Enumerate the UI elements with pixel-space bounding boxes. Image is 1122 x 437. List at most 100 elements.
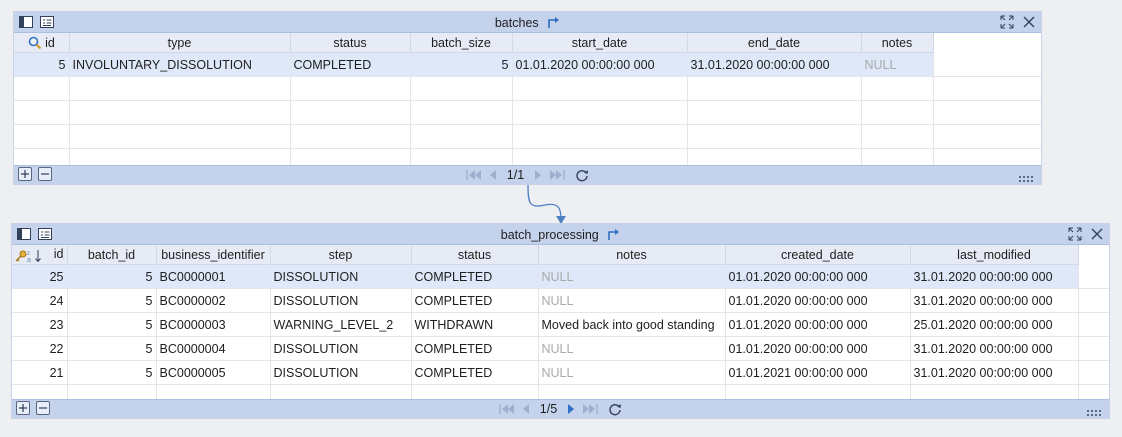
prev-page-icon[interactable] xyxy=(487,168,499,182)
column-header-notes[interactable]: notes xyxy=(538,245,726,265)
close-icon[interactable] xyxy=(1021,14,1037,30)
refresh-icon[interactable] xyxy=(607,401,623,417)
record-view-icon[interactable] xyxy=(39,14,55,30)
remove-row-button[interactable] xyxy=(38,167,52,181)
first-page-icon[interactable] xyxy=(465,168,483,182)
column-header-last-modified[interactable]: last_modified xyxy=(910,245,1079,265)
cell-id[interactable]: 24 xyxy=(12,288,68,313)
cell-batch-id[interactable]: 5 xyxy=(67,288,157,313)
cell-last-modified[interactable]: 31.01.2020 00:00:00 000 xyxy=(910,360,1079,385)
table-row[interactable]: 21 5 BC0000005 DISSOLUTION COMPLETED NULL 01.0… xyxy=(12,360,1109,385)
cell-status[interactable]: COMPLETED xyxy=(411,288,539,313)
sort-icon[interactable]: za xyxy=(27,249,43,263)
column-header-start-date[interactable]: start_date xyxy=(512,33,688,53)
column-header-status[interactable]: status xyxy=(411,245,539,265)
cell-created-date[interactable]: 01.01.2020 00:00:00 000 xyxy=(725,288,911,313)
cell-business-identifier[interactable]: BC0000002 xyxy=(156,288,271,313)
cell-batch-size[interactable]: 5 xyxy=(410,52,513,77)
cell-status[interactable]: COMPLETED xyxy=(411,336,539,361)
cell-filler xyxy=(1078,312,1109,337)
cell-type[interactable]: INVOLUNTARY_DISSOLUTION xyxy=(69,52,291,77)
cell-status[interactable]: COMPLETED xyxy=(290,52,411,77)
cell-batch-id[interactable]: 5 xyxy=(67,264,157,289)
remove-row-button[interactable] xyxy=(36,401,50,415)
add-row-button[interactable] xyxy=(18,167,32,181)
last-page-icon[interactable] xyxy=(548,168,566,182)
cell-filler xyxy=(1078,264,1109,289)
cell-status[interactable]: WITHDRAWN xyxy=(411,312,539,337)
cell-batch-id[interactable]: 5 xyxy=(67,312,157,337)
refresh-icon[interactable] xyxy=(574,167,590,183)
batch-processing-title: batch_processing xyxy=(500,228,599,242)
cell-last-modified[interactable]: 25.01.2020 00:00:00 000 xyxy=(910,312,1079,337)
table-row[interactable]: 24 5 BC0000002 DISSOLUTION COMPLETED NULL 01.0… xyxy=(12,288,1109,313)
column-header-created-date[interactable]: created_date xyxy=(725,245,911,265)
column-header-id[interactable]: id xyxy=(14,33,70,53)
jump-link-icon[interactable] xyxy=(546,15,560,29)
cell-step[interactable]: WARNING_LEVEL_2 xyxy=(270,312,412,337)
cell-step[interactable]: DISSOLUTION xyxy=(270,336,412,361)
cell-step[interactable]: DISSOLUTION xyxy=(270,360,412,385)
cell-notes[interactable]: Moved back into good standing xyxy=(538,312,726,337)
cell-created-date[interactable]: 01.01.2020 00:00:00 000 xyxy=(725,264,911,289)
column-header-end-date[interactable]: end_date xyxy=(687,33,862,53)
column-header-step[interactable]: step xyxy=(270,245,412,265)
table-row[interactable]: 22 5 BC0000004 DISSOLUTION COMPLETED NULL 01.0… xyxy=(12,336,1109,361)
search-icon[interactable] xyxy=(28,36,42,49)
column-header-batch-size[interactable]: batch_size xyxy=(410,33,513,53)
maximize-icon[interactable] xyxy=(1067,226,1083,242)
resize-grip-icon[interactable] xyxy=(1087,410,1103,416)
cell-business-identifier[interactable]: BC0000004 xyxy=(156,336,271,361)
panel-toggle-icon[interactable] xyxy=(18,14,34,30)
cell-start-date[interactable]: 01.01.2020 00:00:00 000 xyxy=(512,52,688,77)
cell-created-date[interactable]: 01.01.2020 00:00:00 000 xyxy=(725,312,911,337)
cell-batch-id[interactable]: 5 xyxy=(67,336,157,361)
cell-notes[interactable]: NULL xyxy=(861,52,934,77)
panel-toggle-icon[interactable] xyxy=(16,226,32,242)
cell-id[interactable]: 5 xyxy=(14,52,70,77)
cell-notes[interactable]: NULL xyxy=(538,360,726,385)
cell-step[interactable]: DISSOLUTION xyxy=(270,288,412,313)
column-header-id[interactable]: za id xyxy=(12,245,68,265)
column-header-batch-id[interactable]: batch_id xyxy=(67,245,157,265)
record-view-icon[interactable] xyxy=(37,226,53,242)
column-header-business-identifier[interactable]: business_identifier xyxy=(156,245,271,265)
table-row[interactable]: 25 5 BC0000001 DISSOLUTION COMPLETED NULL 01.0… xyxy=(12,264,1109,289)
last-page-icon[interactable] xyxy=(581,402,599,416)
first-page-icon[interactable] xyxy=(498,402,516,416)
cell-last-modified[interactable]: 31.01.2020 00:00:00 000 xyxy=(910,288,1079,313)
add-row-button[interactable] xyxy=(16,401,30,415)
cell-id[interactable]: 21 xyxy=(12,360,68,385)
cell-end-date[interactable]: 31.01.2020 00:00:00 000 xyxy=(687,52,862,77)
cell-batch-id[interactable]: 5 xyxy=(67,360,157,385)
maximize-icon[interactable] xyxy=(999,14,1015,30)
column-header-notes[interactable]: notes xyxy=(861,33,934,53)
next-page-icon[interactable] xyxy=(532,168,544,182)
cell-created-date[interactable]: 01.01.2020 00:00:00 000 xyxy=(725,336,911,361)
cell-status[interactable]: COMPLETED xyxy=(411,360,539,385)
cell-notes[interactable]: NULL xyxy=(538,264,726,289)
cell-business-identifier[interactable]: BC0000005 xyxy=(156,360,271,385)
batch-processing-panel: batch_processing za id batch_id business… xyxy=(12,224,1109,418)
cell-business-identifier[interactable]: BC0000003 xyxy=(156,312,271,337)
table-row[interactable]: 23 5 BC0000003 WARNING_LEVEL_2 WITHDRAWN Move… xyxy=(12,312,1109,337)
resize-grip-icon[interactable] xyxy=(1019,176,1035,182)
cell-step[interactable]: DISSOLUTION xyxy=(270,264,412,289)
column-header-status[interactable]: status xyxy=(290,33,411,53)
cell-status[interactable]: COMPLETED xyxy=(411,264,539,289)
cell-last-modified[interactable]: 31.01.2020 00:00:00 000 xyxy=(910,336,1079,361)
next-page-icon[interactable] xyxy=(565,402,577,416)
cell-notes[interactable]: NULL xyxy=(538,288,726,313)
cell-notes[interactable]: NULL xyxy=(538,336,726,361)
cell-created-date[interactable]: 01.01.2021 00:00:00 000 xyxy=(725,360,911,385)
close-icon[interactable] xyxy=(1089,226,1105,242)
cell-id[interactable]: 22 xyxy=(12,336,68,361)
prev-page-icon[interactable] xyxy=(520,402,532,416)
table-row[interactable]: 5 INVOLUNTARY_DISSOLUTION COMPLETED 5 01… xyxy=(14,52,1041,77)
column-header-type[interactable]: type xyxy=(69,33,291,53)
cell-last-modified[interactable]: 31.01.2020 00:00:00 000 xyxy=(910,264,1079,289)
cell-id[interactable]: 25 xyxy=(12,264,68,289)
jump-link-icon[interactable] xyxy=(606,227,620,241)
cell-id[interactable]: 23 xyxy=(12,312,68,337)
cell-business-identifier[interactable]: BC0000001 xyxy=(156,264,271,289)
